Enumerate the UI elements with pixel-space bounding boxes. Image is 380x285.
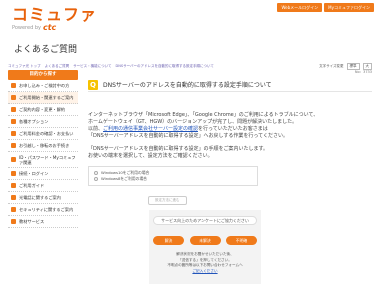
survey-unresolved-button[interactable]: 未解決 xyxy=(189,236,221,245)
breadcrumb-current: DNSサーバーのアドレスを自動的に取得する設定手順について xyxy=(115,64,214,68)
sidebar-item-phone[interactable]: 光電話に関するご案内 xyxy=(8,192,78,204)
font-size-large-button[interactable]: 大 xyxy=(362,63,372,70)
mycomufa-login-button[interactable]: Myコミュファログイン xyxy=(324,3,374,12)
question-badge: Q xyxy=(88,79,98,90)
survey-unclear-button[interactable]: 不明確 xyxy=(226,236,257,245)
survey-note: 解決状況をお聞かせいただいた後、 「送信する」を押してください。 不明点の箇所等… xyxy=(167,252,243,273)
answer-body: インターネットブラウザ「Microsoft Edge」、「Google Chro… xyxy=(88,92,372,205)
logo-text: コミュファ xyxy=(12,5,98,24)
arrow-icon xyxy=(11,83,16,88)
breadcrumb-category[interactable]: サービス・機能について xyxy=(73,64,111,69)
breadcrumb-home[interactable]: コミュファ光 トップ xyxy=(8,64,41,69)
sidebar-item-options[interactable]: 各種オプション xyxy=(8,116,78,128)
options-icon xyxy=(11,119,16,124)
survey-buttons: 解決 未解決 不明確 xyxy=(153,236,257,245)
inquiry-form-link[interactable]: ご記入ください xyxy=(192,269,217,273)
proceed-button[interactable]: 設定方法に進む xyxy=(148,196,187,205)
book-icon xyxy=(11,183,16,188)
comufa-logo[interactable]: コミュファ Powered by ctc xyxy=(12,6,97,32)
font-size-label: 文字サイズ変更 xyxy=(319,64,344,68)
font-size-control: 文字サイズ変更 標準 大 xyxy=(319,63,372,70)
arrow-icon xyxy=(11,95,16,100)
sidebar-item-moving[interactable]: お引越し・移転のお手続き xyxy=(8,140,78,152)
sidebar-item-billing[interactable]: ご利用料金の確認・お支払い xyxy=(8,128,78,140)
sidebar-item-guide[interactable]: ご利用ガイド xyxy=(8,180,78,192)
yen-icon xyxy=(11,131,16,136)
answer-paragraph-1: インターネットブラウザ「Microsoft Edge」、「Google Chro… xyxy=(88,112,319,139)
faq-article: No：3733 Q DNSサーバーのアドレスを自動的に取得する設定手順について … xyxy=(88,70,372,205)
sidebar-item-application[interactable]: お申し込み・ご検討中の方 xyxy=(8,80,78,92)
sidebar-item-connection[interactable]: 接続・ログイン xyxy=(8,168,78,180)
logo-sub: Powered by ctc xyxy=(12,23,97,32)
page-title: よくあるご質問 xyxy=(14,45,78,55)
sidebar-item-start-of-use[interactable]: ご利用開始・関連するご案内 xyxy=(8,92,78,104)
choice-windows8[interactable]: Windows8をご利用の場合 xyxy=(94,176,252,182)
shield-icon xyxy=(11,207,16,212)
survey-resolved-button[interactable]: 解決 xyxy=(153,236,184,245)
sidebar-heading: 目的から探す xyxy=(8,70,78,80)
sidebar-item-education[interactable]: 教材サービス xyxy=(8,216,78,228)
dns-check-link[interactable]: ご利用の通信事業会社サーバー設定の確認 xyxy=(103,126,198,132)
plug-icon xyxy=(11,171,16,176)
font-size-standard-button[interactable]: 標準 xyxy=(346,63,360,70)
sidebar-item-security[interactable]: セキュリティに関するご案内 xyxy=(8,204,78,216)
sidebar-item-id-password[interactable]: ID・パスワード・Myコミュファ関連 xyxy=(8,152,78,168)
sidebar: 目的から探す お申し込み・ご検討中の方 ご利用開始・関連するご案内 ご契約内容・… xyxy=(8,70,78,228)
breadcrumb-faq[interactable]: よくあるご質問 xyxy=(45,64,70,69)
os-choice-box: Windows10をご利用の場合 Windows8をご利用の場合 xyxy=(88,166,258,186)
phone-icon xyxy=(11,195,16,200)
sidebar-item-contract[interactable]: ご契約内容・変更・解約 xyxy=(8,104,78,116)
question-header: Q DNSサーバーのアドレスを自動的に取得する設定手順について xyxy=(88,78,372,92)
radio-icon[interactable] xyxy=(94,171,98,175)
header-buttons: Webメールログイン Myコミュファログイン xyxy=(277,3,374,12)
answer-paragraph-2: 「DNSサーバーアドレスを自動的に取得する設定」の手順をご案内いたします。 お使… xyxy=(88,146,269,159)
key-icon xyxy=(11,157,16,162)
pencil-icon xyxy=(11,219,16,224)
webmail-login-button[interactable]: Webメールログイン xyxy=(277,3,323,12)
house-icon xyxy=(11,143,16,148)
survey-title: サービス向上のためアンケートにご協力ください xyxy=(153,216,257,225)
ctc-logo: ctc xyxy=(42,23,57,32)
survey-panel: サービス向上のためアンケートにご協力ください 解決 未解決 不明確 解決状況をお… xyxy=(149,210,261,284)
document-icon xyxy=(11,107,16,112)
logo-powered-by: Powered by xyxy=(12,24,41,31)
article-number: No：3733 xyxy=(354,70,372,74)
question-title: DNSサーバーのアドレスを自動的に取得する設定手順について xyxy=(103,82,272,89)
radio-icon[interactable] xyxy=(94,177,98,181)
